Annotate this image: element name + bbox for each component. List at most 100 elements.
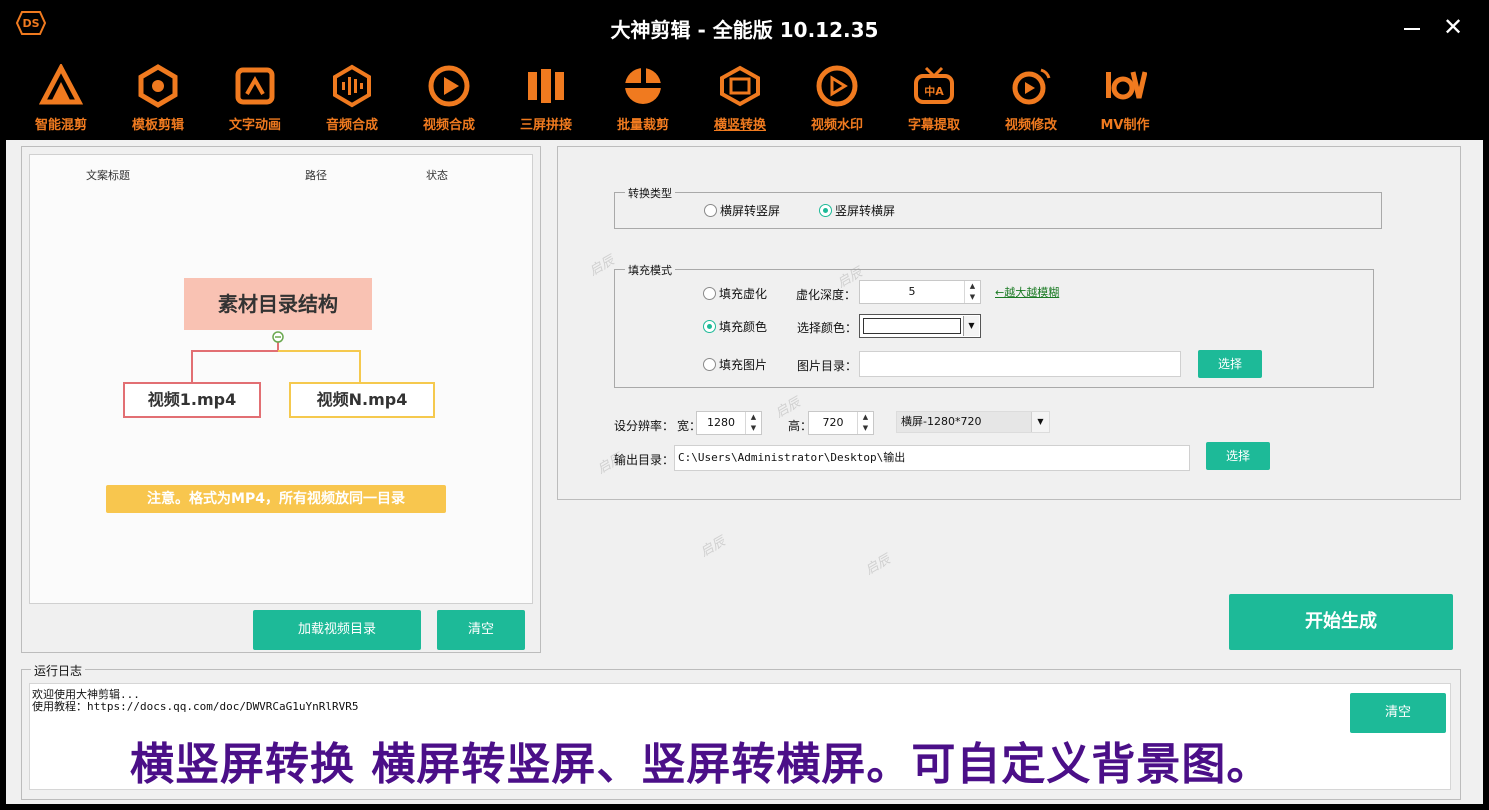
chevron-down-icon[interactable]: ▼ xyxy=(963,316,979,336)
run-log-group: 运行日志 欢迎使用大神剪辑... 使用教程：https://docs.qq.co… xyxy=(21,662,1461,800)
diagram-file-1: 视频1.mp4 xyxy=(123,382,261,418)
resolution-preset-select[interactable]: 横屏-1280*720 ▼ xyxy=(896,411,1050,433)
minimize-button[interactable] xyxy=(1400,14,1424,38)
log-title: 运行日志 xyxy=(31,662,86,679)
orientation-convert-icon xyxy=(720,65,760,107)
watermark: 启辰 xyxy=(697,534,729,561)
radio-dot xyxy=(704,204,717,217)
tool-smart-mix[interactable]: 智能混剪 xyxy=(16,64,106,136)
tool-label: 视频修改 xyxy=(1004,118,1057,133)
directory-structure-diagram: 素材目录结构 视频1.mp4 视频N.mp4 注意。格式为MP4，所有视频放同一… xyxy=(30,155,534,605)
pick-image-dir-button[interactable]: 选择 xyxy=(1198,350,1262,378)
start-generate-button[interactable]: 开始生成 xyxy=(1229,594,1453,650)
tool-label: 批量裁剪 xyxy=(616,118,669,133)
radio-fill-blur[interactable]: 填充虚化 xyxy=(703,285,767,301)
color-picker-select[interactable]: ▼ xyxy=(859,314,981,338)
load-video-dir-button[interactable]: 加载视频目录 xyxy=(253,610,421,650)
batch-crop-icon xyxy=(625,68,661,104)
blur-depth-label: 虚化深度： xyxy=(796,288,857,302)
group-title: 填充模式 xyxy=(625,262,675,278)
image-dir-input[interactable] xyxy=(859,351,1181,377)
pick-output-dir-button[interactable]: 选择 xyxy=(1206,442,1270,470)
tool-label: 智能混剪 xyxy=(34,118,87,133)
main-toolbar: 智能混剪 模板剪辑 文字动画 音频合成 视频合成 三屏拼接 批量裁剪 横竖转换 … xyxy=(0,58,1489,140)
group-title: 转换类型 xyxy=(625,185,675,201)
diagram-file-n: 视频N.mp4 xyxy=(289,382,435,418)
radio-landscape-to-portrait[interactable]: 横屏转竖屏 xyxy=(704,202,780,218)
stepper-arrows[interactable]: ▲ ▼ xyxy=(745,412,761,434)
diagram-connector-lines xyxy=(191,331,361,382)
text-animation-icon xyxy=(235,67,275,105)
watermark: 启辰 xyxy=(862,552,894,579)
video-list-view[interactable]: 文案标题 路径 状态 素材目录结构 视频1.mp4 视频N.mp4 注意。格式为… xyxy=(29,154,533,604)
watermark: 启辰 xyxy=(586,253,618,280)
video-modify-icon xyxy=(1012,68,1051,105)
video-merge-icon xyxy=(428,65,470,107)
tool-label: 文字动画 xyxy=(228,118,281,133)
radio-fill-image[interactable]: 填充图片 xyxy=(703,356,767,372)
height-value[interactable]: 720 xyxy=(809,412,857,434)
output-dir-input[interactable]: C:\Users\Administrator\Desktop\输出 xyxy=(674,445,1190,471)
stepper-up-icon[interactable]: ▲ xyxy=(746,412,761,423)
audio-merge-icon xyxy=(333,64,371,108)
output-dir-label: 输出目录： xyxy=(614,453,675,467)
tool-video-merge[interactable]: 视频合成 xyxy=(404,64,494,136)
stepper-up-icon[interactable]: ▲ xyxy=(965,281,980,292)
tool-template-edit[interactable]: 模板剪辑 xyxy=(113,64,203,136)
stepper-arrows[interactable]: ▲ ▼ xyxy=(857,412,873,434)
chevron-down-icon[interactable]: ▼ xyxy=(1031,412,1049,432)
close-button[interactable]: ✕ xyxy=(1440,14,1466,40)
width-value[interactable]: 1280 xyxy=(697,412,745,434)
tool-label: 模板剪辑 xyxy=(131,118,184,133)
blur-depth-stepper[interactable]: 5 ▲ ▼ xyxy=(859,280,981,304)
tool-audio-merge[interactable]: 音频合成 xyxy=(307,64,397,136)
tool-subtitle-extract[interactable]: 中A 字幕提取 xyxy=(889,64,979,136)
video-list-panel: 文案标题 路径 状态 素材目录结构 视频1.mp4 视频N.mp4 注意。格式为… xyxy=(21,146,541,653)
settings-panel: 启辰 启辰 启辰 启辰 转换类型 横屏转竖屏 竖屏转横屏 填充模式 填充虚化 虚… xyxy=(557,146,1461,500)
blur-hint-link[interactable]: ←越大越模糊 xyxy=(995,284,1059,300)
tool-mv-make[interactable]: MV制作 xyxy=(1080,64,1170,136)
convert-type-group: 转换类型 横屏转竖屏 竖屏转横屏 xyxy=(614,185,1382,229)
color-label: 选择颜色： xyxy=(797,321,858,335)
tool-label: 横竖转换 xyxy=(713,118,766,133)
stepper-arrows[interactable]: ▲ ▼ xyxy=(964,281,980,303)
tool-label: MV制作 xyxy=(1100,118,1150,133)
width-stepper[interactable]: 1280 ▲ ▼ xyxy=(696,411,762,435)
radio-dot xyxy=(703,320,716,333)
template-edit-icon xyxy=(138,64,178,108)
video-watermark-icon xyxy=(816,65,858,107)
tool-text-animation[interactable]: 文字动画 xyxy=(210,64,300,136)
tool-video-modify[interactable]: 视频修改 xyxy=(986,64,1076,136)
tool-triple-screen[interactable]: 三屏拼接 xyxy=(501,64,591,136)
tool-label: 三屏拼接 xyxy=(519,118,572,133)
diagram-note: 注意。格式为MP4，所有视频放同一目录 xyxy=(106,485,446,513)
blur-depth-value[interactable]: 5 xyxy=(860,281,964,303)
client-area: 文案标题 路径 状态 素材目录结构 视频1.mp4 视频N.mp4 注意。格式为… xyxy=(6,140,1483,804)
stepper-down-icon[interactable]: ▼ xyxy=(746,423,761,434)
tool-batch-crop[interactable]: 批量裁剪 xyxy=(598,64,688,136)
subtitle-extract-icon: 中A xyxy=(914,66,954,104)
minimize-icon xyxy=(1404,28,1420,30)
tool-label: 音频合成 xyxy=(325,118,378,133)
radio-portrait-to-landscape[interactable]: 竖屏转横屏 xyxy=(819,202,895,218)
image-dir-label: 图片目录： xyxy=(797,359,858,373)
tool-video-watermark[interactable]: 视频水印 xyxy=(792,64,882,136)
height-stepper[interactable]: 720 ▲ ▼ xyxy=(808,411,874,435)
radio-dot xyxy=(703,358,716,371)
radio-fill-color[interactable]: 填充颜色 xyxy=(703,318,767,334)
title-bar: DS 大神剪辑 - 全能版 10.12.35 ✕ xyxy=(0,0,1489,58)
clear-list-button[interactable]: 清空 xyxy=(437,610,525,650)
svg-text:中A: 中A xyxy=(924,84,944,98)
radio-dot xyxy=(819,204,832,217)
clear-log-button[interactable]: 清空 xyxy=(1350,693,1446,733)
stepper-up-icon[interactable]: ▲ xyxy=(858,412,873,423)
tool-orientation-convert[interactable]: 横竖转换 xyxy=(695,64,785,136)
log-textarea[interactable]: 欢迎使用大神剪辑... 使用教程：https://docs.qq.com/doc… xyxy=(29,683,1451,790)
stepper-down-icon[interactable]: ▼ xyxy=(858,423,873,434)
window-title: 大神剪辑 - 全能版 10.12.35 xyxy=(610,18,879,42)
tool-label: 视频水印 xyxy=(810,118,863,133)
stepper-down-icon[interactable]: ▼ xyxy=(965,292,980,303)
tool-label: 字幕提取 xyxy=(907,118,960,133)
mv-make-icon xyxy=(1106,71,1147,100)
resolution-label: 设分辨率： xyxy=(614,419,675,433)
